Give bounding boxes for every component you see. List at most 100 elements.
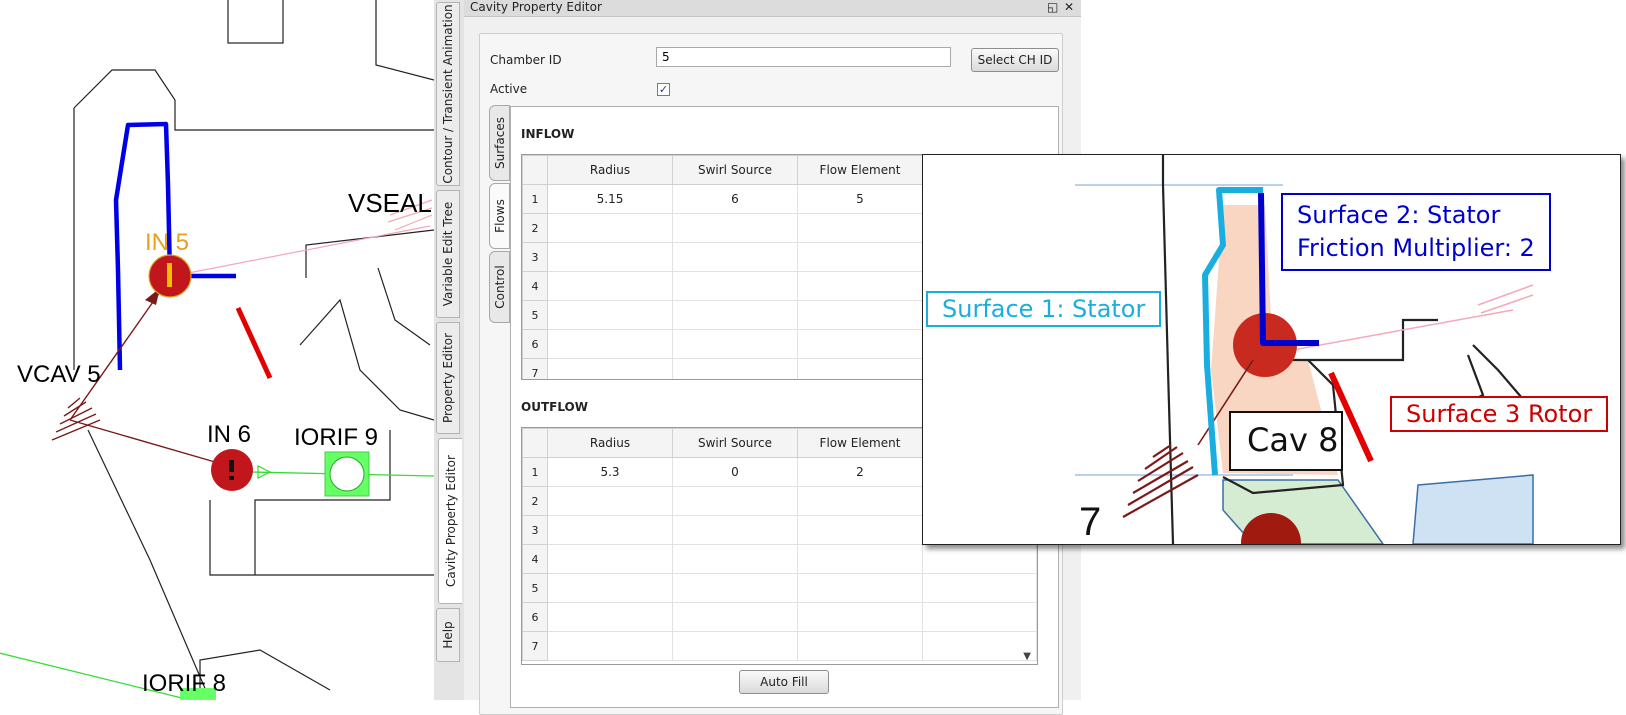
column-header[interactable]: Radius bbox=[547, 428, 673, 458]
tab-label: Property Editor bbox=[441, 332, 455, 424]
swirl-source-cell[interactable]: 0 bbox=[672, 457, 798, 487]
swirl-source-cell[interactable]: 6 bbox=[672, 184, 798, 214]
table-row: 4 bbox=[522, 544, 1037, 574]
flow-element-cell[interactable] bbox=[797, 486, 923, 516]
swirl-source-cell[interactable] bbox=[672, 213, 798, 243]
flow-element-cell[interactable] bbox=[797, 631, 923, 661]
swirl-source-cell[interactable] bbox=[672, 631, 798, 661]
tab-property-editor[interactable]: Property Editor bbox=[436, 322, 460, 434]
radius-cell[interactable] bbox=[547, 602, 673, 632]
tab-contour-transient-animation[interactable]: Contour / Transient Animation bbox=[436, 2, 460, 186]
radius-cell[interactable] bbox=[547, 329, 673, 359]
extra-cell[interactable] bbox=[922, 573, 1037, 603]
tab-label: Surfaces bbox=[492, 117, 507, 169]
row-header: 2 bbox=[522, 213, 548, 243]
node-in6[interactable] bbox=[211, 449, 253, 491]
row-header: 3 bbox=[522, 242, 548, 272]
tab-help[interactable]: Help bbox=[436, 608, 460, 662]
flow-element-cell[interactable]: 2 bbox=[797, 457, 923, 487]
radius-cell[interactable]: 5.15 bbox=[547, 184, 673, 214]
column-header[interactable]: Flow Element bbox=[797, 428, 923, 458]
node-in5[interactable] bbox=[148, 254, 192, 298]
label-iorif9: IORIF 9 bbox=[294, 424, 378, 451]
callout-surface-1-text: Surface 1: Stator bbox=[942, 295, 1146, 323]
callout-surface-3-text: Surface 3 Rotor bbox=[1406, 400, 1593, 428]
tab-cavity-property-editor[interactable]: Cavity Property Editor bbox=[438, 438, 462, 604]
inset-swirl-symbol bbox=[1122, 444, 1199, 518]
corner-cell bbox=[522, 155, 548, 185]
column-header[interactable]: Radius bbox=[547, 155, 673, 185]
swirl-source-cell[interactable] bbox=[672, 329, 798, 359]
active-checkbox[interactable]: ✓ bbox=[657, 83, 670, 96]
flow-element-cell[interactable] bbox=[797, 213, 923, 243]
swirl-source-cell[interactable] bbox=[672, 515, 798, 545]
swirl-source-cell[interactable] bbox=[672, 271, 798, 301]
zoom-inset: 7 Surface 1: Stator Surface 2: Stator Fr… bbox=[922, 154, 1621, 545]
radius-cell[interactable] bbox=[547, 242, 673, 272]
flow-element-cell[interactable] bbox=[797, 515, 923, 545]
select-ch-id-button[interactable]: Select CH ID bbox=[971, 48, 1059, 72]
flow-element-cell[interactable] bbox=[797, 300, 923, 330]
restore-icon[interactable]: ◱ bbox=[1047, 0, 1058, 15]
radius-cell[interactable] bbox=[547, 631, 673, 661]
tab-surfaces[interactable]: Surfaces bbox=[489, 105, 510, 181]
row-header: 5 bbox=[522, 300, 548, 330]
swirl-source-cell[interactable] bbox=[672, 358, 798, 379]
column-header[interactable]: Swirl Source bbox=[672, 155, 798, 185]
inner-tab-strip: Surfaces Flows Control bbox=[489, 105, 511, 340]
column-header[interactable]: Swirl Source bbox=[672, 428, 798, 458]
tab-label: Cavity Property Editor bbox=[443, 455, 458, 587]
radius-cell[interactable] bbox=[547, 300, 673, 330]
close-icon[interactable]: ✕ bbox=[1064, 0, 1074, 15]
model-canvas[interactable]: IN 5 VSEAL VCAV 5 IN 6 IORIF 9 IORIF 8 bbox=[0, 0, 434, 700]
swirl-source-cell[interactable] bbox=[672, 602, 798, 632]
outflow-title: OUTFLOW bbox=[521, 400, 588, 414]
scroll-down-arrow-icon[interactable]: ▼ bbox=[1023, 651, 1031, 662]
flow-element-cell[interactable] bbox=[797, 358, 923, 379]
swirl-source-cell[interactable] bbox=[672, 242, 798, 272]
radius-cell[interactable] bbox=[547, 573, 673, 603]
radius-cell[interactable] bbox=[547, 271, 673, 301]
tab-variable-edit-tree[interactable]: Variable Edit Tree bbox=[436, 190, 460, 318]
flow-element-cell[interactable] bbox=[797, 602, 923, 632]
row-header: 5 bbox=[522, 573, 548, 603]
callout-cav-8-text: Cav 8 bbox=[1247, 421, 1339, 459]
radius-cell[interactable] bbox=[547, 358, 673, 379]
flow-element-cell[interactable] bbox=[797, 544, 923, 574]
swirl-source-cell[interactable] bbox=[672, 573, 798, 603]
tab-control[interactable]: Control bbox=[489, 251, 510, 323]
row-header: 7 bbox=[522, 631, 548, 661]
radius-cell[interactable] bbox=[547, 544, 673, 574]
flow-element-cell[interactable] bbox=[797, 329, 923, 359]
chamber-id-label: Chamber ID bbox=[490, 53, 562, 67]
row-header: 2 bbox=[522, 486, 548, 516]
tab-label: Flows bbox=[492, 199, 507, 233]
tab-flows[interactable]: Flows bbox=[489, 183, 510, 249]
flow-element-cell[interactable] bbox=[797, 271, 923, 301]
swirl-symbol-vcav5 bbox=[51, 397, 101, 441]
extra-cell[interactable] bbox=[922, 602, 1037, 632]
flow-element-cell[interactable] bbox=[797, 242, 923, 272]
corner-cell bbox=[522, 428, 548, 458]
chamber-id-input[interactable]: 5 bbox=[656, 47, 951, 67]
row-header: 6 bbox=[522, 602, 548, 632]
tab-label: Contour / Transient Animation bbox=[441, 4, 455, 184]
tab-label: Help bbox=[441, 621, 455, 649]
auto-fill-button[interactable]: Auto Fill bbox=[739, 670, 829, 694]
radius-cell[interactable] bbox=[547, 486, 673, 516]
swirl-source-cell[interactable] bbox=[672, 486, 798, 516]
radius-cell[interactable] bbox=[547, 213, 673, 243]
radius-cell[interactable] bbox=[547, 515, 673, 545]
callout-surface-1: Surface 1: Stator bbox=[926, 291, 1162, 327]
flow-element-cell[interactable] bbox=[797, 573, 923, 603]
orifice-iorif9[interactable] bbox=[324, 451, 370, 497]
radius-cell[interactable]: 5.3 bbox=[547, 457, 673, 487]
cavity-geometry-lines bbox=[73, 0, 434, 700]
flow-element-cell[interactable]: 5 bbox=[797, 184, 923, 214]
table-row: 6 bbox=[522, 602, 1037, 632]
swirl-source-cell[interactable] bbox=[672, 544, 798, 574]
column-header[interactable]: Flow Element bbox=[797, 155, 923, 185]
swirl-source-cell[interactable] bbox=[672, 300, 798, 330]
extra-cell[interactable] bbox=[922, 544, 1037, 574]
extra-cell[interactable] bbox=[922, 631, 1037, 661]
